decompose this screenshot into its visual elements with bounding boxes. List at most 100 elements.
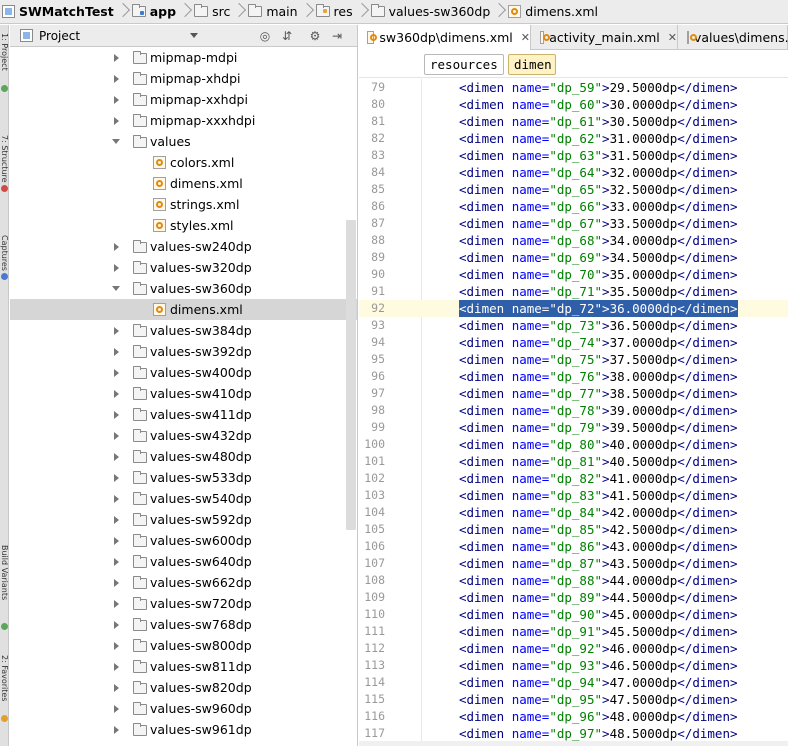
tree-folder-item[interactable]: values-sw720dp (10, 593, 357, 614)
code-line[interactable]: 99 <dimen name="dp_79">39.5000dp</dimen> (359, 419, 788, 436)
breadcrumb-res[interactable]: res (315, 0, 355, 23)
dimen-element[interactable]: <dimen name="dp_81">40.5000dp</dimen> (459, 453, 738, 470)
dimen-element[interactable]: <dimen name="dp_84">42.0000dp</dimen> (459, 504, 738, 521)
dimen-element[interactable]: <dimen name="dp_60">30.0000dp</dimen> (459, 96, 738, 113)
chevron-right-icon[interactable] (114, 327, 119, 335)
code-line[interactable]: 114 <dimen name="dp_94">47.0000dp</dimen> (359, 674, 788, 691)
dimen-element[interactable]: <dimen name="dp_74">37.0000dp</dimen> (459, 334, 738, 351)
chevron-right-icon[interactable] (114, 75, 119, 83)
dimen-element[interactable]: <dimen name="dp_89">44.5000dp</dimen> (459, 589, 738, 606)
code-line[interactable]: 86 <dimen name="dp_66">33.0000dp</dimen> (359, 198, 788, 215)
dimen-element[interactable]: <dimen name="dp_65">32.5000dp</dimen> (459, 181, 738, 198)
tree-file-item[interactable]: styles.xml (10, 215, 357, 236)
code-line[interactable]: 95 <dimen name="dp_75">37.5000dp</dimen> (359, 351, 788, 368)
tree-scrollbar[interactable] (346, 220, 356, 530)
dimen-element[interactable]: <dimen name="dp_75">37.5000dp</dimen> (459, 351, 738, 368)
tree-folder-item[interactable]: values-sw768dp (10, 614, 357, 635)
dimen-element[interactable]: <dimen name="dp_78">39.0000dp</dimen> (459, 402, 738, 419)
chevron-right-icon[interactable] (114, 474, 119, 482)
code-line[interactable]: 89 <dimen name="dp_69">34.5000dp</dimen> (359, 249, 788, 266)
dimen-element[interactable]: <dimen name="dp_90">45.0000dp</dimen> (459, 606, 738, 623)
code-line[interactable]: 92 <dimen name="dp_72">36.0000dp</dimen> (359, 300, 788, 317)
tree-folder-item[interactable]: values-sw432dp (10, 425, 357, 446)
chevron-right-icon[interactable] (114, 411, 119, 419)
tool-tab-1[interactable]: 7: Structure (0, 135, 9, 215)
tree-folder-item[interactable]: values-sw540dp (10, 488, 357, 509)
dimen-element[interactable]: <dimen name="dp_68">34.0000dp</dimen> (459, 232, 738, 249)
chevron-right-icon[interactable] (114, 369, 119, 377)
tree-folder-item[interactable]: values-sw384dp (10, 320, 357, 341)
tree-folder-item[interactable]: values-sw320dp (10, 257, 357, 278)
code-line[interactable]: 110 <dimen name="dp_90">45.0000dp</dimen> (359, 606, 788, 623)
dimen-element[interactable]: <dimen name="dp_92">46.0000dp</dimen> (459, 640, 738, 657)
chevron-right-icon[interactable] (114, 705, 119, 713)
tree-file-item[interactable]: dimens.xml (10, 299, 357, 320)
dimen-element[interactable]: <dimen name="dp_73">36.5000dp</dimen> (459, 317, 738, 334)
chevron-right-icon[interactable] (114, 264, 119, 272)
project-view-selector[interactable]: Project (39, 29, 80, 43)
close-icon[interactable]: ✕ (668, 31, 677, 44)
globe-icon[interactable]: ◎ (258, 29, 272, 43)
dimen-element[interactable]: <dimen name="dp_97">48.5000dp</dimen> (459, 725, 738, 742)
breadcrumb-swmatchtest[interactable]: SWMatchTest (2, 0, 116, 23)
chevron-right-icon[interactable] (114, 558, 119, 566)
code-line[interactable]: 87 <dimen name="dp_67">33.5000dp</dimen> (359, 215, 788, 232)
chevron-right-icon[interactable] (114, 348, 119, 356)
code-line[interactable]: 81 <dimen name="dp_61">30.5000dp</dimen> (359, 113, 788, 130)
tree-folder-item[interactable]: values-sw410dp (10, 383, 357, 404)
tree-folder-item[interactable]: values-sw411dp (10, 404, 357, 425)
tree-folder-item[interactable]: values-sw662dp (10, 572, 357, 593)
tool-tab-2[interactable]: Captures (0, 235, 9, 295)
dimen-element[interactable]: <dimen name="dp_62">31.0000dp</dimen> (459, 130, 738, 147)
code-line[interactable]: 91 <dimen name="dp_71">35.5000dp</dimen> (359, 283, 788, 300)
dimen-element[interactable]: <dimen name="dp_80">40.0000dp</dimen> (459, 436, 738, 453)
dimen-element[interactable]: <dimen name="dp_64">32.0000dp</dimen> (459, 164, 738, 181)
code-line[interactable]: 97 <dimen name="dp_77">38.5000dp</dimen> (359, 385, 788, 402)
dimen-element[interactable]: <dimen name="dp_79">39.5000dp</dimen> (459, 419, 738, 436)
tree-folder-item[interactable]: mipmap-xxxhdpi (10, 110, 357, 131)
dimen-element[interactable]: <dimen name="dp_72">36.0000dp</dimen> (459, 300, 738, 317)
tree-folder-item[interactable]: values (10, 131, 357, 152)
tree-folder-item[interactable]: mipmap-mdpi (10, 47, 357, 68)
tree-folder-item[interactable]: values-sw640dp (10, 551, 357, 572)
tree-folder-item[interactable]: values-sw480dp (10, 446, 357, 467)
breadcrumb-values-sw360dp[interactable]: values-sw360dp (370, 0, 493, 23)
chevron-right-icon[interactable] (114, 96, 119, 104)
tree-file-item[interactable]: colors.xml (10, 152, 357, 173)
breadcrumb-main[interactable]: main (248, 0, 299, 23)
tree-folder-item[interactable]: values-sw400dp (10, 362, 357, 383)
collapse-icon[interactable]: ⇵ (280, 29, 294, 43)
code-line[interactable]: 111 <dimen name="dp_91">45.5000dp</dimen> (359, 623, 788, 640)
xml-breadcrumb-resources[interactable]: resources (424, 54, 504, 75)
code-editor[interactable]: 79 <dimen name="dp_59">29.5000dp</dimen> 8… (359, 79, 788, 746)
dimen-element[interactable]: <dimen name="dp_93">46.5000dp</dimen> (459, 657, 738, 674)
chevron-right-icon[interactable] (114, 243, 119, 251)
tree-folder-item[interactable]: values-sw240dp (10, 236, 357, 257)
breadcrumb-src[interactable]: src (194, 0, 232, 23)
chevron-right-icon[interactable] (114, 453, 119, 461)
dimen-element[interactable]: <dimen name="dp_94">47.0000dp</dimen> (459, 674, 738, 691)
dimen-element[interactable]: <dimen name="dp_66">33.0000dp</dimen> (459, 198, 738, 215)
code-line[interactable]: 90 <dimen name="dp_70">35.0000dp</dimen> (359, 266, 788, 283)
code-line[interactable]: 108 <dimen name="dp_88">44.0000dp</dimen> (359, 572, 788, 589)
chevron-down-icon[interactable] (190, 33, 198, 38)
tree-folder-item[interactable]: values-sw392dp (10, 341, 357, 362)
tree-folder-item[interactable]: values-sw800dp (10, 635, 357, 656)
dimen-element[interactable]: <dimen name="dp_88">44.0000dp</dimen> (459, 572, 738, 589)
code-line[interactable]: 79 <dimen name="dp_59">29.5000dp</dimen> (359, 79, 788, 96)
breadcrumb-dimens-xml[interactable]: dimens.xml (508, 0, 600, 23)
chevron-right-icon[interactable] (114, 432, 119, 440)
dimen-element[interactable]: <dimen name="dp_69">34.5000dp</dimen> (459, 249, 738, 266)
xml-breadcrumb-dimen[interactable]: dimen (508, 54, 556, 75)
horizontal-scrollbar[interactable] (359, 741, 788, 746)
code-line[interactable]: 105 <dimen name="dp_85">42.5000dp</dimen> (359, 521, 788, 538)
tree-folder-item[interactable]: values-sw600dp (10, 530, 357, 551)
chevron-down-icon[interactable] (112, 139, 120, 144)
dimen-element[interactable]: <dimen name="dp_76">38.0000dp</dimen> (459, 368, 738, 385)
code-line[interactable]: 94 <dimen name="dp_74">37.0000dp</dimen> (359, 334, 788, 351)
dimen-element[interactable]: <dimen name="dp_71">35.5000dp</dimen> (459, 283, 738, 300)
tree-folder-item[interactable]: mipmap-xxhdpi (10, 89, 357, 110)
chevron-right-icon[interactable] (114, 579, 119, 587)
code-line[interactable]: 104 <dimen name="dp_84">42.0000dp</dimen> (359, 504, 788, 521)
dimen-element[interactable]: <dimen name="dp_77">38.5000dp</dimen> (459, 385, 738, 402)
